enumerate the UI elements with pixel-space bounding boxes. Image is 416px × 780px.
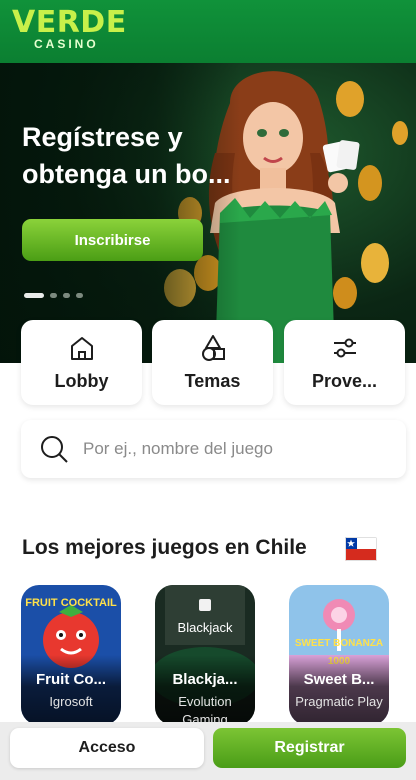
app-header: VERDE CASINO [0, 0, 416, 63]
carousel-dot-active[interactable] [24, 293, 44, 298]
tile-gradient [289, 655, 389, 725]
section-title: Los mejores juegos en Chile [22, 536, 307, 559]
game-provider: Pragmatic Play [295, 694, 383, 709]
carousel-dot[interactable] [50, 293, 57, 298]
hero-title: Regístrese y obtenga un bo... [22, 122, 231, 189]
game-logo-text: Blackjack [177, 620, 233, 635]
game-search-box[interactable] [21, 420, 406, 478]
register-button[interactable]: Registrar [213, 728, 406, 768]
game-name: Fruit Co... [36, 671, 106, 688]
tile-gradient [21, 655, 121, 725]
search-icon[interactable] [39, 434, 69, 464]
sliders-icon [333, 338, 356, 358]
category-providers[interactable]: Prove... [284, 320, 405, 405]
category-lobby[interactable]: Lobby [21, 320, 142, 405]
category-nav: Lobby Temas Prove... [0, 320, 416, 410]
category-label: Temas [184, 371, 241, 391]
hero-dark-overlay [0, 63, 240, 363]
signup-button[interactable]: Inscribirse [22, 219, 203, 261]
home-icon [70, 337, 93, 360]
chile-flag-icon [345, 537, 377, 561]
game-tile[interactable]: Blackjack Blackja... Evolution Gaming [155, 585, 255, 725]
auth-bottom-bar: Acceso Registrar [0, 722, 416, 780]
game-provider: Igrosoft [49, 694, 93, 709]
category-label: Prove... [311, 371, 378, 391]
game-provider: Evolution Gaming [178, 694, 232, 725]
carousel-dot[interactable] [63, 293, 70, 298]
category-label: Lobby [54, 371, 109, 391]
login-button[interactable]: Acceso [10, 728, 204, 768]
search-input[interactable] [83, 439, 383, 459]
carousel-indicator [24, 293, 83, 298]
shapes-icon [201, 335, 225, 361]
carousel-dot[interactable] [76, 293, 83, 298]
verde-casino-logo[interactable]: VERDE CASINO [12, 5, 127, 51]
game-logo-text: FRUIT COCKTAIL [25, 597, 117, 609]
logo-wordmark: VERDE [12, 5, 127, 40]
game-tile[interactable]: SWEET BONANZA 1000 Sweet B... Pragmatic … [289, 585, 389, 725]
game-name: Sweet B... [303, 671, 375, 688]
game-name: Blackja... [172, 671, 238, 688]
game-tile[interactable]: FRUIT COCKTAIL Fruit Co... Igrosoft [21, 585, 121, 725]
promo-hero-banner[interactable]: Regístrese y obtenga un bo... Inscribirs… [0, 63, 416, 363]
category-themes[interactable]: Temas [152, 320, 273, 405]
